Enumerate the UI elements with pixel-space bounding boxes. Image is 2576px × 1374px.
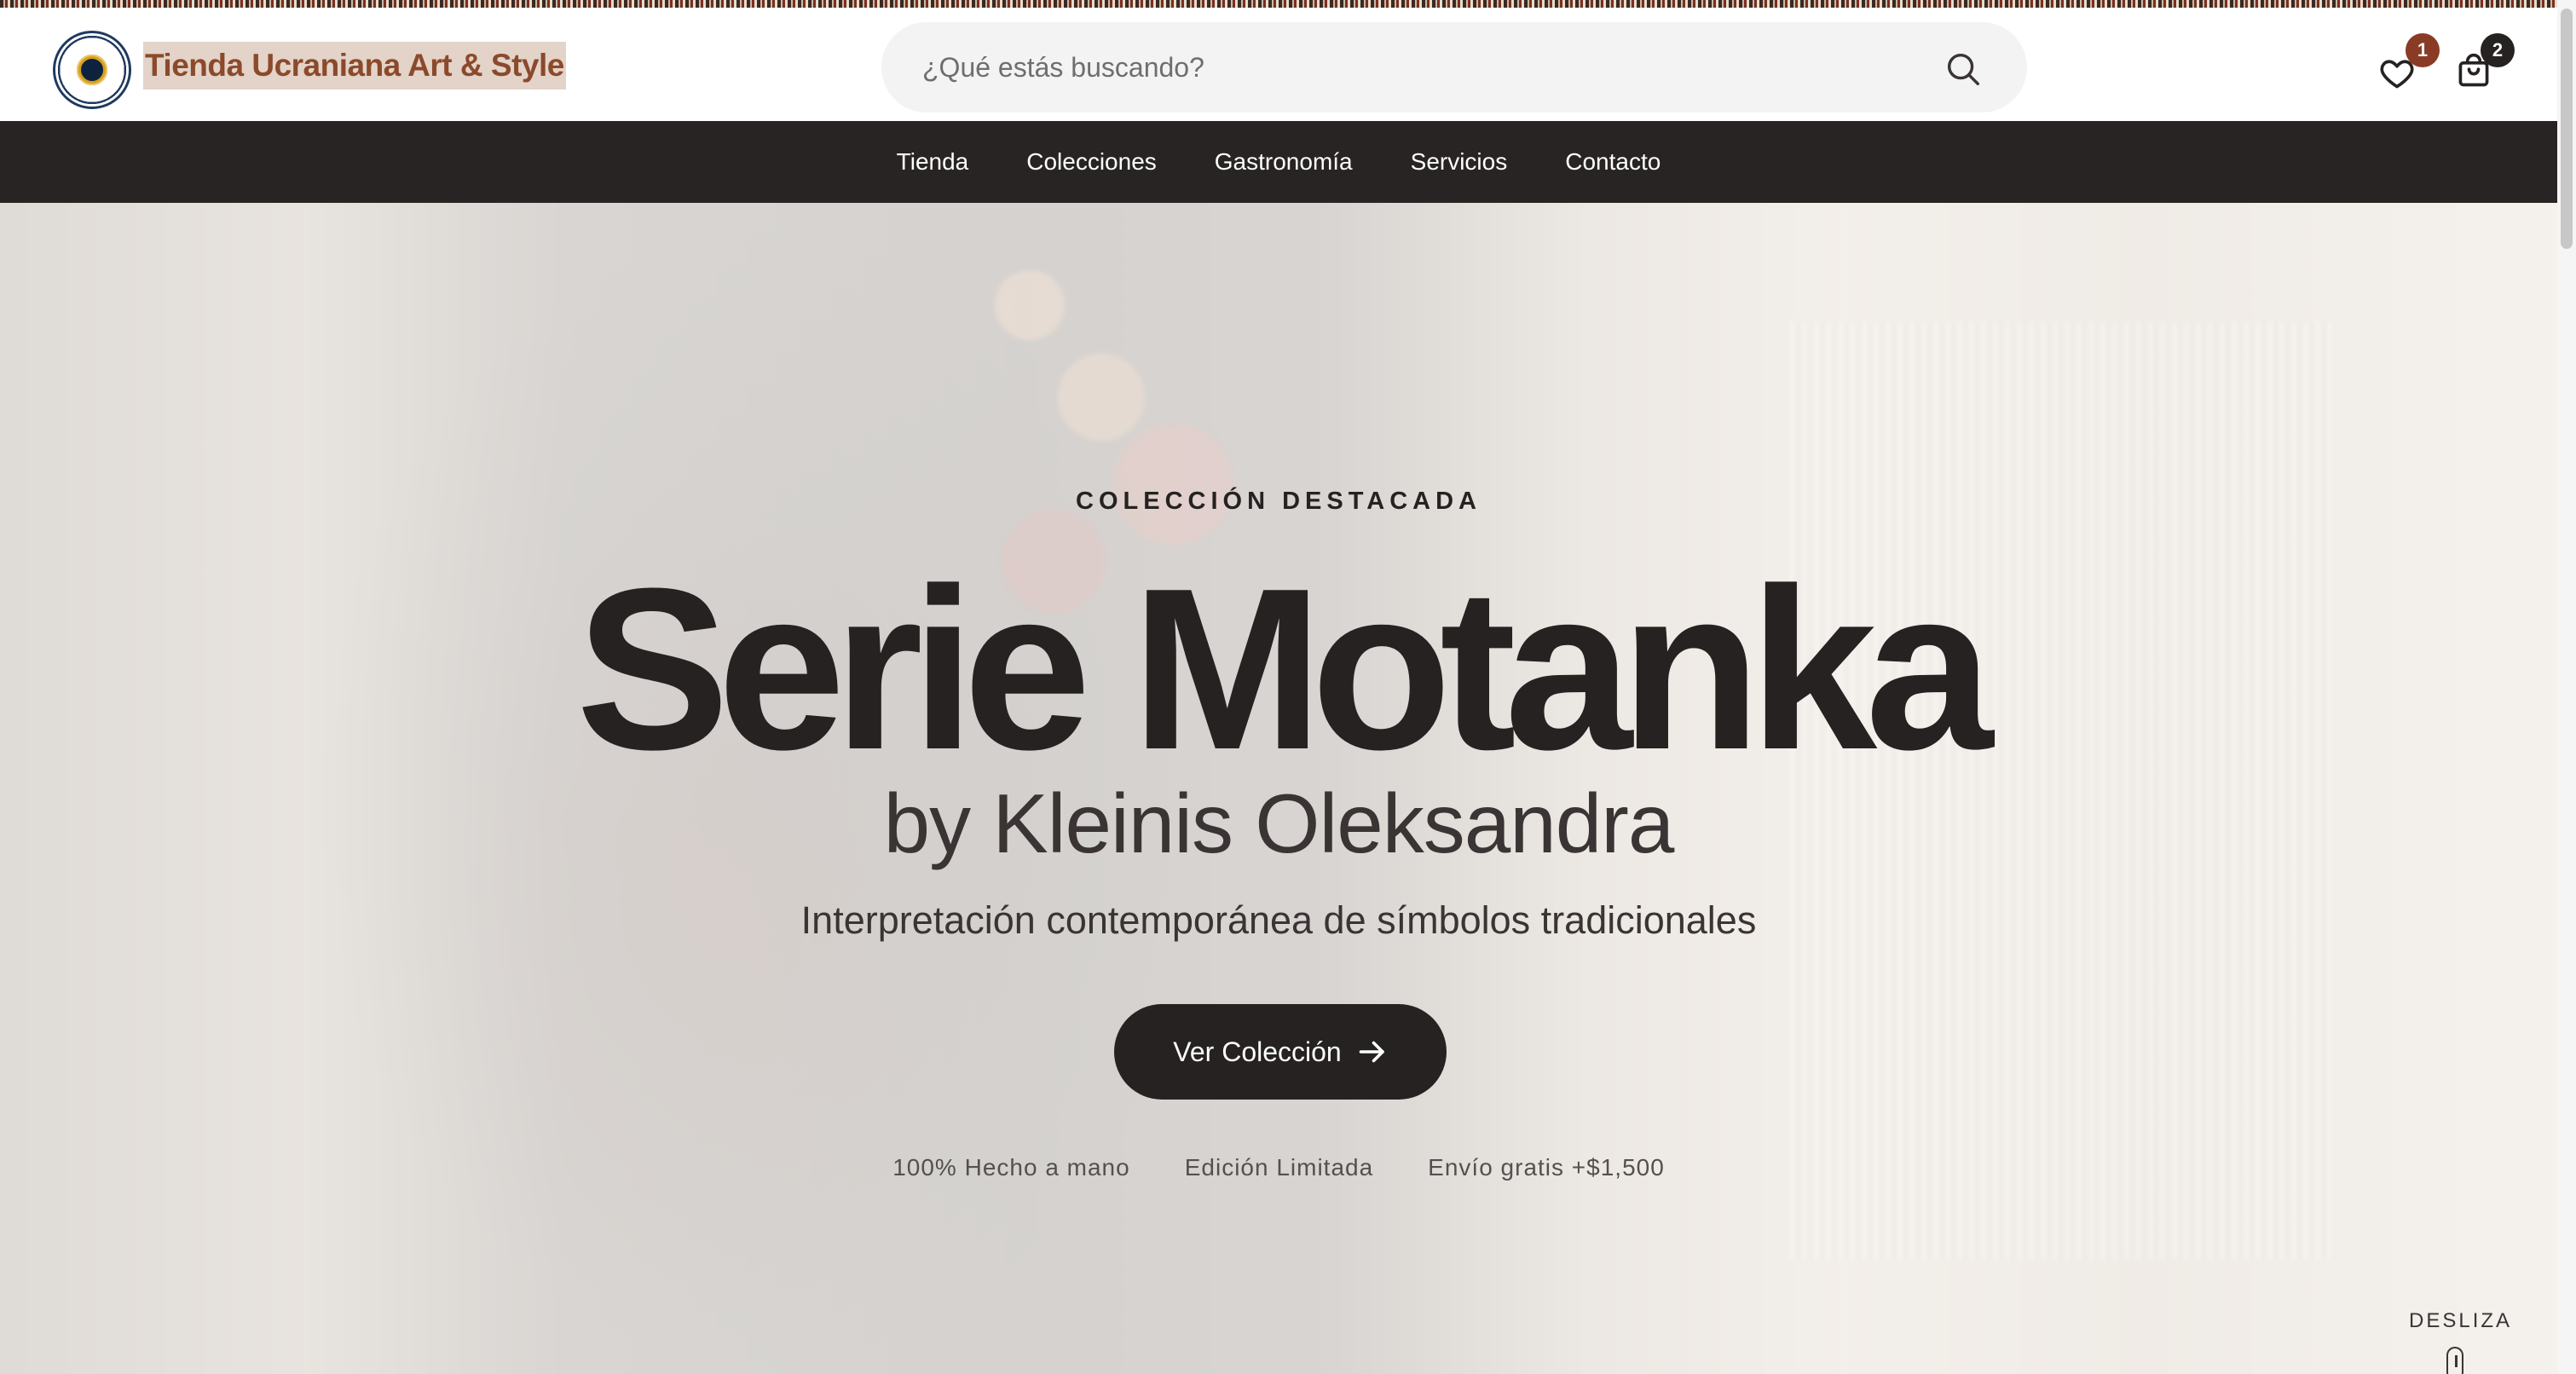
view-collection-button[interactable]: Ver Colección (1114, 1004, 1447, 1100)
main-navigation: Tienda Colecciones Gastronomía Servicios… (0, 121, 2557, 203)
search-icon[interactable] (1944, 49, 1983, 89)
search-input[interactable] (922, 22, 1903, 113)
search-bar (881, 22, 2027, 113)
nav-item-contacto[interactable]: Contacto (1563, 148, 1662, 176)
site-header: Tienda Ucraniana Art & Style 1 2 (0, 8, 2557, 121)
scroll-mouse-icon (2446, 1347, 2463, 1374)
scroll-hint: DESLIZA (2409, 1309, 2513, 1332)
site-title[interactable]: Tienda Ucraniana Art & Style (143, 42, 566, 89)
wishlist-count-badge: 1 (2406, 33, 2440, 67)
page-scrollbar-thumb[interactable] (2561, 9, 2573, 249)
feature-limited-edition: Edición Limitada (1184, 1154, 1374, 1181)
nav-item-gastronomia[interactable]: Gastronomía (1213, 148, 1354, 176)
hero-subtitle: by Kleinis Oleksandra (883, 776, 1675, 870)
nav-item-colecciones[interactable]: Colecciones (1025, 148, 1158, 176)
cart-count-badge: 2 (2481, 33, 2515, 67)
hero-title: Serie Motanka (575, 541, 1994, 798)
arrow-right-icon (1359, 1041, 1384, 1063)
hero-banner: COLECCIÓN DESTACADA Serie Motanka by Kle… (0, 203, 2557, 1374)
logo-icon[interactable] (53, 31, 131, 109)
hero-eyebrow: COLECCIÓN DESTACADA (1076, 488, 1481, 515)
feature-handmade: 100% Hecho a mano (892, 1154, 1130, 1181)
decorative-ornament-strip (0, 0, 2557, 8)
view-collection-label: Ver Colección (1173, 1036, 1342, 1067)
hero-tagline: Interpretación contemporánea de símbolos… (800, 898, 1757, 942)
nav-item-servicios[interactable]: Servicios (1409, 148, 1510, 176)
hero-features: 100% Hecho a mano Edición Limitada Envío… (0, 1154, 2557, 1181)
nav-item-tienda[interactable]: Tienda (895, 148, 971, 176)
feature-free-shipping: Envío gratis +$1,500 (1428, 1154, 1665, 1181)
